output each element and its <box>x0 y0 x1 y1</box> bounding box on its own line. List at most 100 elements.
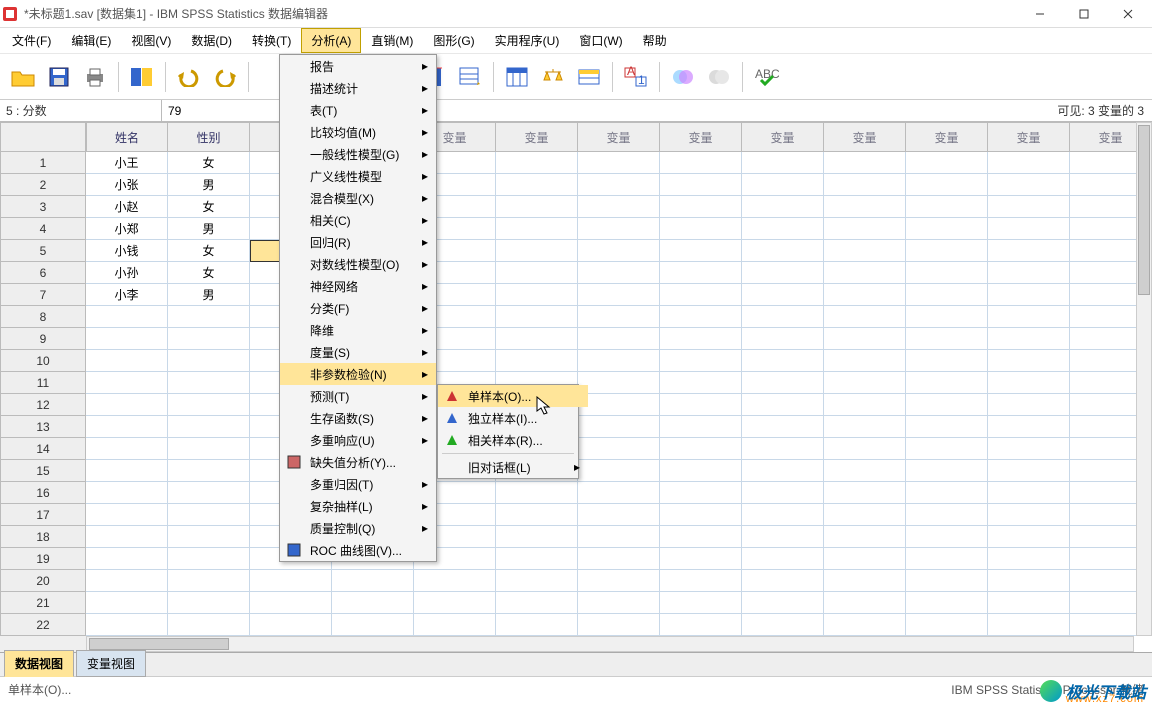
grid-cell[interactable] <box>168 438 250 460</box>
grid-cell[interactable] <box>660 328 742 350</box>
value-labels-icon[interactable]: A1 <box>619 60 653 94</box>
grid-cell[interactable] <box>742 394 824 416</box>
grid-cell[interactable] <box>168 526 250 548</box>
grid-cell[interactable] <box>660 284 742 306</box>
grid-cell[interactable] <box>250 592 332 614</box>
grid-cell[interactable] <box>742 526 824 548</box>
menu-item[interactable]: 一般线性模型(G)▸ <box>280 143 436 165</box>
grid-cell[interactable] <box>168 614 250 636</box>
grid-cell[interactable] <box>578 350 660 372</box>
grid-cell[interactable] <box>988 460 1070 482</box>
print-icon[interactable] <box>78 60 112 94</box>
sets-icon[interactable] <box>666 60 700 94</box>
grid-cell[interactable] <box>496 570 578 592</box>
grid-cell[interactable] <box>496 328 578 350</box>
menu-D[interactable]: 数据(D) <box>181 28 242 53</box>
row-header[interactable]: 4 <box>0 218 86 240</box>
grid-cell[interactable] <box>906 614 988 636</box>
grid-cell[interactable] <box>86 504 168 526</box>
menu-item[interactable]: 表(T)▸ <box>280 99 436 121</box>
grid-cell[interactable] <box>86 570 168 592</box>
grid-cell[interactable] <box>660 460 742 482</box>
grid-cell[interactable]: 小郑 <box>86 218 168 240</box>
grid-cell[interactable] <box>742 306 824 328</box>
grid-cell[interactable] <box>660 240 742 262</box>
grid-cell[interactable] <box>86 548 168 570</box>
grid-cell[interactable] <box>906 482 988 504</box>
column-header[interactable]: 变量 <box>496 122 578 152</box>
row-header[interactable]: 16 <box>0 482 86 504</box>
redo-icon[interactable] <box>208 60 242 94</box>
grid-cell[interactable] <box>496 548 578 570</box>
grid-cell[interactable] <box>86 438 168 460</box>
grid-cell[interactable] <box>578 592 660 614</box>
grid-cell[interactable] <box>742 218 824 240</box>
row-header[interactable]: 21 <box>0 592 86 614</box>
grid-cell[interactable] <box>660 218 742 240</box>
grid-cell[interactable] <box>496 614 578 636</box>
grid-cell[interactable] <box>742 592 824 614</box>
grid-cell[interactable] <box>906 174 988 196</box>
menu-item[interactable]: 分类(F)▸ <box>280 297 436 319</box>
menu-item[interactable]: 复杂抽样(L)▸ <box>280 495 436 517</box>
menu-W[interactable]: 窗口(W) <box>569 28 632 53</box>
grid-cell[interactable] <box>86 328 168 350</box>
grid-cell[interactable] <box>742 548 824 570</box>
menu-帮助[interactable]: 帮助 <box>633 28 677 53</box>
menu-item[interactable]: 质量控制(Q)▸ <box>280 517 436 539</box>
grid-cell[interactable] <box>988 504 1070 526</box>
row-header[interactable]: 2 <box>0 174 86 196</box>
grid-cell[interactable] <box>824 438 906 460</box>
grid-cell[interactable] <box>332 592 414 614</box>
menu-item[interactable]: 混合模型(X)▸ <box>280 187 436 209</box>
row-header[interactable]: 19 <box>0 548 86 570</box>
grid-cell[interactable] <box>742 174 824 196</box>
maximize-button[interactable] <box>1062 1 1106 27</box>
row-header[interactable]: 6 <box>0 262 86 284</box>
grid-cell[interactable] <box>86 592 168 614</box>
grid-cell[interactable] <box>578 262 660 284</box>
grid-cell[interactable] <box>824 482 906 504</box>
grid-cell[interactable] <box>496 240 578 262</box>
grid-cell[interactable] <box>988 328 1070 350</box>
menu-F[interactable]: 文件(F) <box>2 28 61 53</box>
grid-corner[interactable] <box>0 122 86 152</box>
menu-item[interactable]: 度量(S)▸ <box>280 341 436 363</box>
grid-cell[interactable] <box>86 460 168 482</box>
grid-cell[interactable] <box>824 284 906 306</box>
column-header[interactable]: 性别 <box>168 122 250 152</box>
menu-item[interactable]: 报告▸ <box>280 55 436 77</box>
menu-item[interactable]: 降维▸ <box>280 319 436 341</box>
grid-cell[interactable] <box>496 504 578 526</box>
grid-cell[interactable] <box>988 394 1070 416</box>
grid-cell[interactable] <box>742 482 824 504</box>
grid-cell[interactable] <box>906 548 988 570</box>
grid-cell[interactable] <box>168 306 250 328</box>
row-header[interactable]: 14 <box>0 438 86 460</box>
grid-cell[interactable] <box>906 152 988 174</box>
grid-cell[interactable] <box>824 592 906 614</box>
grid-cell[interactable] <box>660 548 742 570</box>
grid-cell[interactable] <box>742 240 824 262</box>
grid-cell[interactable] <box>906 460 988 482</box>
grid-cell[interactable] <box>332 570 414 592</box>
grid-cell[interactable] <box>988 152 1070 174</box>
weights-icon[interactable] <box>536 60 570 94</box>
grid-cell[interactable] <box>496 526 578 548</box>
grid-cell[interactable] <box>742 262 824 284</box>
grid-cell[interactable] <box>906 372 988 394</box>
grid-cell[interactable] <box>824 328 906 350</box>
grid-cell[interactable]: 男 <box>168 284 250 306</box>
grid-cell[interactable] <box>824 394 906 416</box>
grid-cell[interactable] <box>168 592 250 614</box>
row-header[interactable]: 10 <box>0 350 86 372</box>
grid-cell[interactable] <box>906 328 988 350</box>
grid-cell[interactable] <box>86 372 168 394</box>
menu-item[interactable]: 回归(R)▸ <box>280 231 436 253</box>
menu-U[interactable]: 实用程序(U) <box>485 28 570 53</box>
row-header[interactable]: 9 <box>0 328 86 350</box>
grid-cell[interactable] <box>578 548 660 570</box>
grid-cell[interactable] <box>660 372 742 394</box>
grid-cell[interactable] <box>86 526 168 548</box>
grid-cell[interactable] <box>578 570 660 592</box>
